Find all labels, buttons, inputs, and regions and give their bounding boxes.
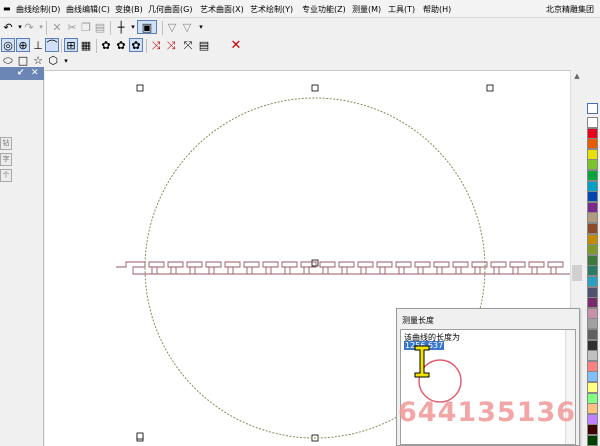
palette-swatch[interactable]	[587, 297, 598, 309]
node-add-icon[interactable]: ⤨	[149, 38, 163, 52]
star-icon[interactable]: ☆	[31, 53, 45, 67]
palette-swatch[interactable]	[587, 350, 598, 362]
company-name: 北京精雕集团	[546, 5, 594, 14]
panel-tab-2[interactable]: 字	[0, 153, 12, 166]
app-menu-icon[interactable]: ▬	[3, 4, 11, 13]
menu-help[interactable]: 帮助(H)	[423, 4, 451, 15]
menu-professional[interactable]: 专业功能(Z)	[302, 4, 346, 15]
blob-alt-icon[interactable]: ✿	[114, 38, 128, 52]
palette-swatch[interactable]	[587, 329, 598, 340]
toolbar-snap: ◎ ⊕ ⊥ ⌒ ⊞ ▦ ✿ ✿ ✿ ⤨ ⤨ ⤧ ▤ ✕	[0, 36, 600, 54]
palette-swatch[interactable]	[587, 201, 598, 213]
palette-swatch[interactable]	[587, 276, 598, 287]
menu-transform[interactable]: 变换(B)	[115, 4, 143, 15]
palette-swatch[interactable]	[587, 127, 598, 139]
palette-swatch[interactable]	[587, 244, 598, 256]
blob-icon[interactable]: ✿	[99, 38, 113, 52]
palette-swatch[interactable]	[587, 180, 598, 192]
palette-swatch[interactable]	[587, 233, 598, 245]
palette-swatch[interactable]	[587, 138, 598, 150]
text-ibeam-cursor-icon	[414, 345, 430, 378]
palette-swatch[interactable]	[587, 382, 598, 393]
menu-tools[interactable]: 工具(T)	[388, 4, 415, 15]
palette-swatch[interactable]	[587, 265, 598, 277]
palette-swatch[interactable]	[587, 392, 598, 404]
menu-curve-draw[interactable]: 曲线绘制(D)	[16, 4, 60, 15]
menu-art-draw[interactable]: 艺术绘制(Y)	[250, 4, 293, 15]
color-palette	[584, 100, 600, 446]
palette-swatch[interactable]	[587, 339, 598, 351]
panel-header: ↙ ✕	[0, 67, 44, 80]
view-mode-icon[interactable]: ▣	[137, 20, 157, 34]
handle-center	[311, 259, 319, 267]
palette-swatch[interactable]	[587, 254, 598, 266]
watermark-number: 644135136	[398, 397, 577, 428]
palette-swatch[interactable]	[587, 191, 598, 203]
scroll-up-icon[interactable]: ▲	[571, 70, 583, 82]
handle-tc	[311, 84, 319, 92]
panel-close-icon[interactable]: ✕	[31, 68, 39, 78]
palette-no-color-icon[interactable]	[587, 103, 598, 114]
hexagon-icon[interactable]: ⬡	[46, 53, 60, 67]
menu-curve-edit[interactable]: 曲线编辑(C)	[66, 4, 110, 15]
node-delete-icon[interactable]: ⤨	[164, 38, 178, 52]
palette-swatch[interactable]	[587, 170, 598, 181]
palette-swatch[interactable]	[587, 413, 598, 425]
palette-swatch[interactable]	[587, 212, 598, 224]
paste-icon[interactable]: ▤	[93, 20, 107, 34]
bucket-alt-icon[interactable]: ▽	[180, 20, 194, 34]
cut-icon[interactable]: ✂	[65, 20, 79, 34]
bucket-icon[interactable]: ▽	[165, 20, 179, 34]
copy-icon[interactable]: ❐	[79, 20, 93, 34]
delete-icon[interactable]: ✕	[50, 20, 64, 34]
palette-swatch[interactable]	[587, 424, 598, 436]
circle-center-icon[interactable]: ⊕	[16, 38, 30, 52]
menu-art-surface[interactable]: 艺术曲面(X)	[200, 4, 244, 15]
palette-swatch[interactable]	[587, 435, 598, 446]
target-circle-icon[interactable]: ◎	[1, 38, 15, 52]
palette-swatch[interactable]	[587, 360, 598, 372]
palette-swatch[interactable]	[587, 318, 598, 330]
menu-measure[interactable]: 测量(M)	[352, 4, 381, 15]
grid-alt-icon[interactable]: ▦	[79, 38, 93, 52]
toolbar-shapes: ⬭ □ ☆ ⬡ ▾	[0, 53, 600, 68]
toolbar-overflow-icon[interactable]: ▾	[194, 20, 208, 34]
palette-swatch[interactable]	[587, 223, 598, 234]
point-icon[interactable]: ⊥	[31, 38, 45, 52]
panel-pin-icon[interactable]: ↙	[17, 68, 25, 78]
ellipse-icon[interactable]: ⬭	[1, 53, 15, 67]
click-highlight-circle	[418, 359, 462, 403]
blob-select-icon[interactable]: ✿	[129, 38, 143, 52]
shapes-dropdown-icon[interactable]: ▾	[59, 54, 73, 68]
key-pattern-curve	[116, 261, 570, 275]
handle-tr	[486, 84, 494, 92]
left-dock-panel: ↙ ✕ 钻 字 个	[0, 67, 44, 446]
menu-geometric-surface[interactable]: 几何曲面(G)	[148, 4, 192, 15]
toolbar-standard: ↶ ▾ ↷ ▾ ✕ ✂ ❐ ▤ ┼ ▾ ▣ ▽ ▽ ▾	[0, 18, 600, 36]
palette-swatch[interactable]	[587, 117, 598, 128]
dialog-title: 测量长度	[402, 316, 434, 325]
handle-br	[136, 432, 144, 440]
palette-swatch[interactable]	[587, 148, 598, 160]
rectangle-icon[interactable]: □	[16, 53, 30, 67]
panel-tab-1[interactable]: 钻	[0, 137, 12, 150]
node-connect-icon[interactable]: ⤧	[181, 38, 195, 52]
grid-snap-icon[interactable]: ⊞	[64, 38, 78, 52]
tangent-icon[interactable]: ⌒	[45, 38, 59, 52]
panel-tab-3[interactable]: 个	[0, 169, 12, 182]
close-x-icon[interactable]: ✕	[229, 38, 243, 52]
clipboard-icon[interactable]: ▤	[197, 38, 211, 52]
palette-swatch[interactable]	[587, 307, 598, 319]
scrollbar-thumb[interactable]	[572, 265, 582, 281]
palette-swatch[interactable]	[587, 286, 598, 298]
palette-swatch[interactable]	[587, 403, 598, 415]
palette-swatch[interactable]	[587, 371, 598, 383]
palette-swatch[interactable]	[587, 159, 598, 171]
menu-bar: ▬ 曲线绘制(D) 曲线编辑(C) 变换(B) 几何曲面(G) 艺术曲面(X) …	[0, 0, 600, 18]
handle-tl	[136, 84, 144, 92]
